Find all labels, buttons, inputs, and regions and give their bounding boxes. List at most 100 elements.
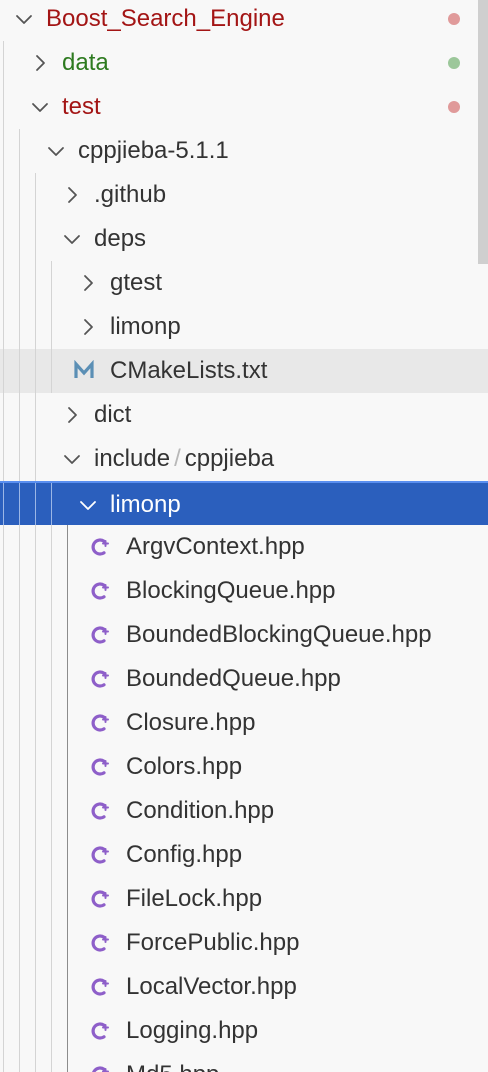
tree-label-text: Config.hpp [126,841,243,868]
indent-guide [19,965,20,1009]
indent-guide [51,921,52,965]
chevron-down-icon[interactable] [62,229,82,249]
tree-row-folder-include-cppjieba[interactable]: include / cppjieba [0,437,488,481]
indent-guide [67,613,68,657]
indent-guide [35,483,36,527]
indent-guide [19,349,20,393]
tree-row-label: .github [94,173,166,217]
chevron-right-icon[interactable] [78,317,98,337]
tree-row-file-argvcontext[interactable]: ArgvContext.hpp [0,525,488,569]
tree-row-label: deps [94,217,146,261]
tree-row-label: LocalVector.hpp [126,965,297,1009]
tree-row-file-boundedqueue[interactable]: BoundedQueue.hpp [0,657,488,701]
tree-row-folder-boost-search-engine[interactable]: Boost_Search_Engine [0,0,488,41]
tree-label-text: CMakeLists.txt [110,357,268,384]
indent-guide [3,483,4,527]
indent-guide [51,613,52,657]
chevron-down-icon[interactable] [30,97,50,117]
indent-guide [51,877,52,921]
chevron-down-icon[interactable] [78,495,98,515]
tree-row-folder-data[interactable]: data [0,41,488,85]
indent-guide [19,173,20,217]
indent-guide [19,701,20,745]
indent-guide [3,173,4,217]
tree-row-file-forcepublic[interactable]: ForcePublic.hpp [0,921,488,965]
indent-guide [67,1053,68,1072]
indent-guide [35,1053,36,1072]
tree-row-file-condition[interactable]: Condition.hpp [0,789,488,833]
tree-label-text: dict [94,401,132,428]
tree-row-file-blockingqueue[interactable]: BlockingQueue.hpp [0,569,488,613]
indent-guide [19,657,20,701]
cpp-file-icon [90,932,114,954]
chevron-down-icon[interactable] [46,141,66,161]
indent-guide [3,437,4,481]
tree-label-text: ArgvContext.hpp [126,533,305,560]
cpp-file-icon [90,844,114,866]
git-modified-dot [448,101,460,113]
tree-row-label: test [62,85,101,129]
indent-guide [35,393,36,437]
tree-row-file-boundedblockingqueue[interactable]: BoundedBlockingQueue.hpp [0,613,488,657]
cpp-file-icon [90,624,114,646]
indent-guide [19,921,20,965]
indent-guide [51,789,52,833]
tree-row-label: BoundedQueue.hpp [126,657,341,701]
indent-guide [51,305,52,349]
indent-guide [35,833,36,877]
tree-row-label: limonp [110,483,181,527]
chevron-down-icon[interactable] [14,9,34,29]
indent-guide [67,569,68,613]
chevron-down-icon[interactable] [62,449,82,469]
indent-guide [19,789,20,833]
tree-label-text: data [62,49,109,76]
git-modified-dot [448,13,460,25]
indent-guide [67,657,68,701]
chevron-right-icon[interactable] [78,273,98,293]
cpp-file-icon [90,536,114,558]
tree-label-text: Colors.hpp [126,753,243,780]
tree-row-folder-deps[interactable]: deps [0,217,488,261]
tree-label-text: deps [94,225,147,252]
tree-label-text: gtest [110,269,163,296]
indent-guide [35,261,36,305]
indent-guide [3,657,4,701]
tree-row-file-md5[interactable]: Md5.hpp [0,1053,488,1072]
tree-row-label: Config.hpp [126,833,242,877]
tree-label-text: Closure.hpp [126,709,256,736]
tree-row-folder-dict[interactable]: dict [0,393,488,437]
tree-row-file-logging[interactable]: Logging.hpp [0,1009,488,1053]
cpp-file-icon [90,1064,114,1072]
indent-guide [3,833,4,877]
indent-guide [51,349,52,393]
indent-guide [3,965,4,1009]
tree-row-file-closure[interactable]: Closure.hpp [0,701,488,745]
indent-guide [67,833,68,877]
tree-row-label: ForcePublic.hpp [126,921,299,965]
tree-row-file-config[interactable]: Config.hpp [0,833,488,877]
indent-guide [35,217,36,261]
tree-row-file-filelock[interactable]: FileLock.hpp [0,877,488,921]
indent-guide [3,1009,4,1053]
chevron-right-icon[interactable] [62,185,82,205]
tree-row-label: Closure.hpp [126,701,255,745]
tree-row-file-cmakelists[interactable]: CMakeLists.txt [0,349,488,393]
chevron-right-icon[interactable] [62,405,82,425]
tree-row-file-colors[interactable]: Colors.hpp [0,745,488,789]
indent-guide [3,129,4,173]
tree-row-folder-cppjieba[interactable]: cppjieba-5.1.1 [0,129,488,173]
indent-guide [35,613,36,657]
chevron-right-icon[interactable] [30,53,50,73]
indent-guide [51,525,52,569]
indent-guide [3,261,4,305]
indent-guide [19,129,20,173]
tree-row-folder-include-limonp[interactable]: limonp [0,481,488,527]
tree-row-folder-gtest[interactable]: gtest [0,261,488,305]
indent-guide [51,569,52,613]
tree-row-folder-deps-limonp[interactable]: limonp [0,305,488,349]
indent-guide [35,525,36,569]
tree-row-folder-test[interactable]: test [0,85,488,129]
indent-guide [35,1009,36,1053]
tree-row-file-localvector[interactable]: LocalVector.hpp [0,965,488,1009]
tree-row-folder-github[interactable]: .github [0,173,488,217]
